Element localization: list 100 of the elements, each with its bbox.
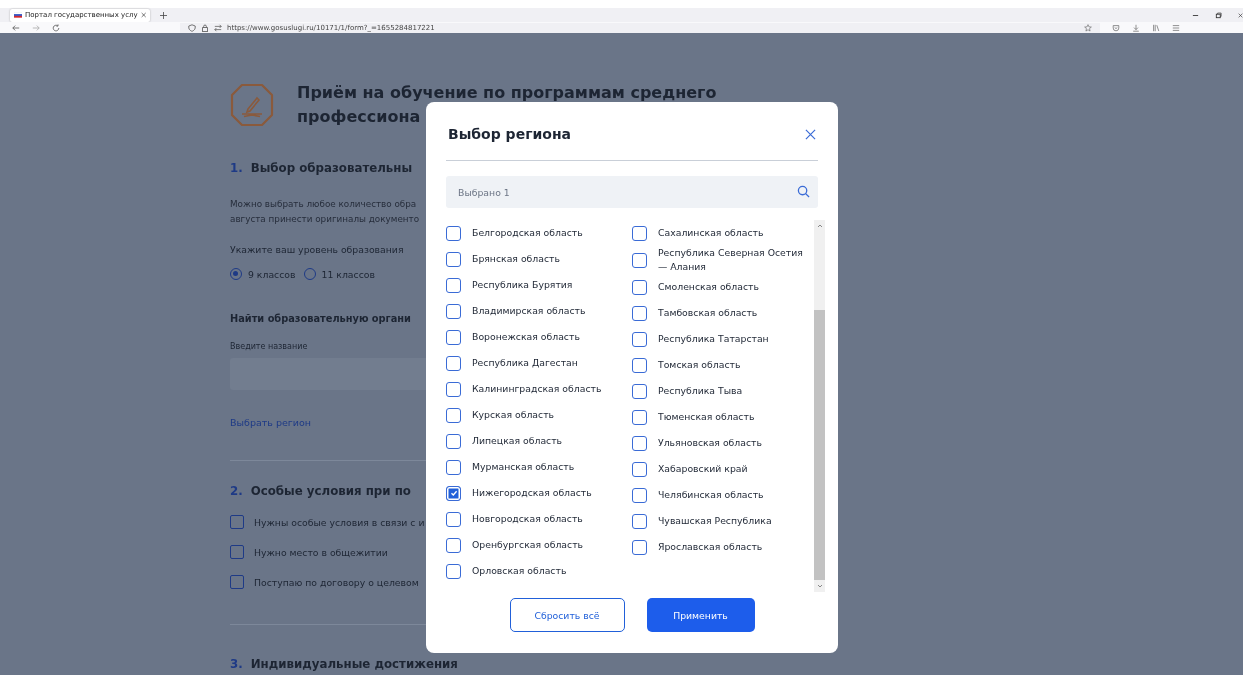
checkbox[interactable] (446, 563, 461, 579)
checkbox[interactable] (446, 511, 461, 527)
region-label: Томская область (658, 358, 741, 372)
scroll-down-icon[interactable] (815, 583, 824, 589)
field-label: Укажите ваш уровень образования (230, 244, 404, 255)
region-label: Нижегородская область (472, 486, 592, 500)
checkbox[interactable] (632, 279, 647, 295)
new-tab-icon[interactable] (160, 11, 167, 19)
region-label: Ульяновская область (658, 436, 762, 450)
pen-book-icon (230, 83, 274, 127)
library-icon[interactable] (1152, 23, 1160, 32)
region-label: Чувашская Республика (658, 514, 772, 528)
checkbox[interactable] (446, 407, 461, 423)
reset-button[interactable]: Сбросить всё (509, 598, 625, 632)
checkbox[interactable] (632, 252, 647, 268)
scrollbar[interactable] (814, 220, 825, 592)
region-label: Сахалинская область (658, 226, 764, 240)
section-title: Выбор образовательны (250, 160, 413, 177)
page-title: Приём на обучение по программам среднего (297, 82, 717, 104)
pocket-icon[interactable] (1112, 23, 1120, 32)
close-window-icon[interactable] (1238, 11, 1243, 19)
region-label: Республика Тыва (658, 384, 743, 398)
section-number: 1. (230, 160, 243, 177)
checkbox[interactable] (632, 461, 647, 477)
flag-icon (14, 12, 23, 18)
checkmark-icon (448, 488, 459, 498)
checkbox[interactable] (230, 515, 244, 529)
checkbox[interactable] (446, 225, 461, 241)
intro-text: Можно выбрать любое количество обра (230, 198, 417, 211)
checkbox[interactable] (632, 513, 647, 529)
lock-icon (201, 23, 209, 32)
region-label: Тамбовская область (658, 306, 758, 320)
star-icon[interactable] (1084, 23, 1092, 32)
checkbox-label: Поступаю по договору о целевом (254, 576, 419, 588)
close-tab-icon[interactable] (140, 12, 146, 18)
region-label: Хабаровский край (658, 462, 748, 476)
checkbox[interactable] (446, 303, 461, 319)
checkbox[interactable] (446, 251, 461, 267)
region-label: Республика Северная Осетия — Алания (658, 246, 804, 274)
checkbox[interactable] (632, 357, 647, 373)
region-label: Владимирская область (472, 304, 586, 318)
checkbox[interactable] (632, 487, 647, 503)
intro-text: августа принести оригиналы документо (230, 213, 420, 226)
region-label: Орловская область (472, 564, 567, 578)
checkbox[interactable] (632, 331, 647, 347)
checkbox[interactable] (230, 575, 244, 589)
field-label: Введите название (230, 342, 308, 351)
apply-button[interactable]: Применить (646, 598, 755, 632)
restore-icon[interactable] (1215, 11, 1222, 19)
region-label: Тюменская область (658, 410, 755, 424)
search-icon[interactable] (797, 185, 810, 198)
region-label: Брянская область (472, 252, 560, 266)
region-label: Мурманская область (472, 460, 575, 474)
checkbox[interactable] (632, 383, 647, 399)
checkbox[interactable] (632, 539, 647, 555)
checkbox[interactable] (230, 545, 244, 559)
checkbox[interactable] (446, 485, 461, 501)
reload-icon[interactable] (52, 23, 60, 32)
region-label: Республика Татарстан (658, 332, 769, 346)
radio-label: 9 классов (248, 268, 296, 280)
section-number: 3. (230, 656, 243, 673)
checkbox[interactable] (446, 329, 461, 345)
region-label: Воронежская область (472, 330, 580, 344)
region-label: Новгородская область (472, 512, 583, 526)
region-label: Челябинская область (658, 488, 764, 502)
region-label: Курская область (472, 408, 555, 422)
search-field[interactable]: Выбрано 1 (446, 176, 818, 208)
region-label: Липецкая область (472, 434, 563, 448)
checkbox[interactable] (446, 381, 461, 397)
region-label: Ярославская область (658, 540, 763, 554)
checkbox[interactable] (446, 355, 461, 371)
menu-icon[interactable] (1172, 23, 1180, 32)
region-label: Смоленская область (658, 280, 759, 294)
checkbox[interactable] (632, 305, 647, 321)
checkbox[interactable] (446, 459, 461, 475)
radio-label: 11 классов (321, 268, 375, 280)
close-icon[interactable] (805, 128, 816, 140)
permissions-icon (214, 23, 222, 32)
shield-icon (188, 23, 196, 32)
subsection-title: Найти образовательную органи (230, 313, 411, 324)
checkbox[interactable] (446, 277, 461, 293)
back-icon[interactable] (12, 23, 20, 32)
section-title: Особые условия при по (250, 483, 411, 500)
checkbox[interactable] (632, 435, 647, 451)
checkbox[interactable] (446, 537, 461, 553)
section-number: 2. (230, 483, 243, 500)
region-label: Республика Бурятия (472, 278, 573, 292)
region-label: Оренбургская область (472, 538, 584, 552)
checkbox[interactable] (632, 225, 647, 241)
checkbox-label: Нужны особые условия в связи с и (254, 516, 425, 528)
scroll-up-icon[interactable] (815, 223, 824, 229)
dialog-title: Выбор региона (448, 126, 571, 142)
page-title: профессиона (297, 106, 421, 128)
checkbox[interactable] (632, 409, 647, 425)
section-title: Индивидуальные достижения (250, 656, 458, 673)
region-label: Республика Дагестан (472, 356, 578, 370)
region-label: Калининградская область (472, 382, 602, 396)
checkbox[interactable] (446, 433, 461, 449)
region-label: Белгородская область (472, 226, 583, 240)
checkbox-label: Нужно место в общежитии (254, 546, 388, 558)
